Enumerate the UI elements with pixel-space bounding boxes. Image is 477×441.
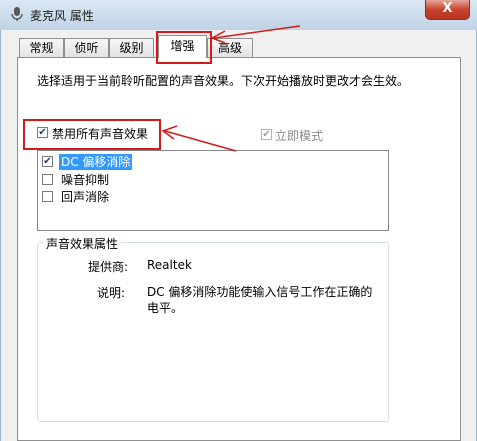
title-bar: 麦克风 属性 X [0,0,477,30]
effect-label: 噪音抑制 [61,173,110,187]
provider-value: Realtek [147,258,192,272]
close-button[interactable]: X [425,0,470,20]
tab-enhancements[interactable]: 增强 [158,35,207,58]
provider-label: 提供商: [88,260,129,274]
immediate-mode-label: 立即模式 [275,129,324,143]
effect-checkbox[interactable] [42,156,53,167]
effect-checkbox[interactable] [42,174,53,185]
description-label: 说明: [97,286,126,300]
disable-all-label: 禁用所有声音效果 [52,127,149,141]
tab-general[interactable]: 常规 [19,38,64,57]
microphone-icon [11,7,23,21]
description-value: DC 偏移消除功能使输入信号工作在正确的电平。 [147,285,373,315]
effect-label: DC 偏移消除 [59,154,133,170]
description-text: 选择适用于当前聆听配置的声音效果。下次开始播放时更改才会生效。 [37,74,410,88]
effect-label: 回声消除 [61,190,110,204]
tab-listen[interactable]: 侦听 [64,38,109,57]
effect-properties-title: 声音效果属性 [43,235,122,252]
tab-advanced[interactable]: 高级 [207,38,253,57]
disable-all-checkbox[interactable] [37,127,48,138]
window-title: 麦克风 属性 [30,9,94,23]
effects-list[interactable]: DC 偏移消除 噪音抑制 回声消除 [37,150,389,231]
tab-levels[interactable]: 级别 [109,38,154,57]
immediate-mode-checkbox[interactable] [261,129,272,140]
effect-checkbox[interactable] [42,191,53,202]
